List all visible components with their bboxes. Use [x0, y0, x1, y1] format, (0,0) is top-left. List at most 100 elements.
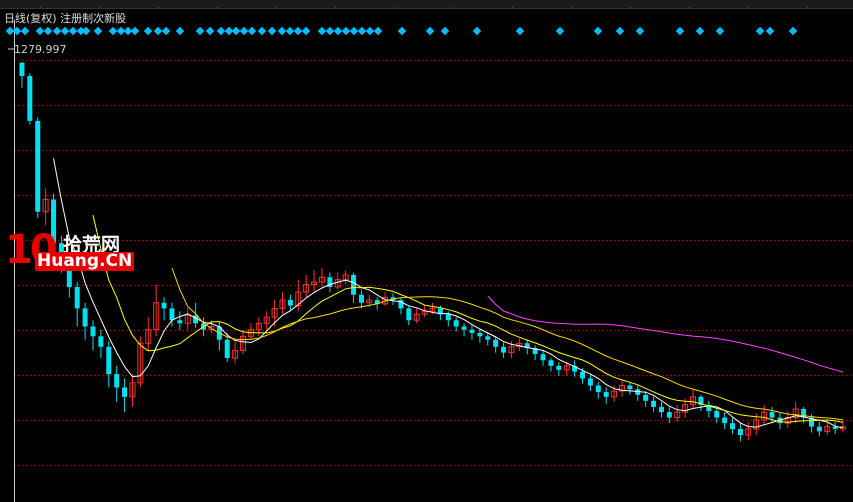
candle-body-down [406, 308, 412, 321]
candle-body-down [114, 374, 120, 388]
signal-marker [397, 26, 407, 36]
signal-marker [81, 26, 91, 36]
signal-marker [675, 26, 685, 36]
signal-marker [285, 26, 295, 36]
candle-body-down [469, 329, 475, 333]
candle-body-down [587, 378, 593, 386]
signal-marker [593, 26, 603, 36]
signal-marker [357, 26, 367, 36]
candle-body-down [161, 302, 167, 309]
signal-marker [93, 26, 103, 36]
candle-body-down [477, 332, 483, 337]
candle-body-down [737, 428, 743, 435]
signal-marker [373, 26, 383, 36]
signal-marker [239, 26, 249, 36]
candle-body-down [556, 365, 562, 370]
candle-body-down [82, 308, 88, 327]
candle-body-down [730, 423, 736, 429]
candle-body-down [540, 354, 546, 361]
candle-body-down [501, 346, 507, 353]
signal-marker [153, 26, 163, 36]
signal-marker [765, 26, 775, 36]
candle-body-down [19, 62, 25, 77]
signal-marker [130, 26, 140, 36]
candle-body-down [122, 387, 128, 397]
candle-body-down [548, 360, 554, 366]
signal-marker [205, 26, 215, 36]
signal-marker [247, 26, 257, 36]
signal-marker [52, 26, 62, 36]
candle-body-down [351, 274, 357, 295]
kline-chart-area[interactable]: 日线(复权) 注册制次新股 1279.997 10 拾荒网 Huang.CN [0, 0, 853, 502]
candle-body-down [658, 406, 664, 413]
signal-marker [755, 26, 765, 36]
ma10-line [92, 214, 844, 423]
signal-marker [325, 26, 335, 36]
high-price-label: 1279.997 [14, 43, 67, 56]
candle-body-down [106, 346, 112, 375]
candle-body-down [722, 417, 728, 424]
candle-body-down [90, 326, 96, 337]
signal-marker [277, 26, 287, 36]
candle-body-down [224, 339, 230, 358]
candle-body-down [603, 392, 609, 397]
signal-marker [20, 26, 30, 36]
candle-body-down [493, 339, 499, 347]
ma20-line [171, 267, 844, 421]
candle-body-down [627, 385, 633, 390]
signal-marker [365, 26, 375, 36]
signal-marker [333, 26, 343, 36]
candle-body-down [461, 326, 467, 330]
candle-body-down [485, 336, 491, 340]
signal-marker [349, 26, 359, 36]
candle-body-down [35, 120, 41, 212]
candle-body-down [445, 314, 451, 321]
candle-body-down [595, 385, 601, 393]
signal-marker [472, 26, 482, 36]
signal-marker [615, 26, 625, 36]
signal-marker [788, 26, 798, 36]
ma5-line [53, 158, 844, 429]
signal-marker [143, 26, 153, 36]
signal-marker [425, 26, 435, 36]
candle-body-down [651, 400, 657, 407]
candle-body-down [769, 412, 775, 418]
candle-body-down [453, 320, 459, 327]
signal-marker [515, 26, 525, 36]
signal-marker [635, 26, 645, 36]
candle-body-down [27, 76, 33, 121]
candle-body-down [714, 411, 720, 418]
signal-marker [35, 26, 45, 36]
signal-marker [60, 26, 70, 36]
candle-body-down [177, 320, 183, 324]
candle-body-down [666, 412, 672, 418]
signal-marker [341, 26, 351, 36]
signal-marker [293, 26, 303, 36]
candle-body-down [169, 308, 175, 321]
signal-marker [695, 26, 705, 36]
candle-body-down [643, 394, 649, 401]
candle-body-down [98, 336, 104, 347]
candle-body-down [74, 287, 80, 309]
signal-marker [440, 26, 450, 36]
signal-marker [161, 26, 171, 36]
signal-marker [257, 26, 267, 36]
candle-body-down [580, 371, 586, 379]
signal-marker [301, 26, 311, 36]
signal-marker [43, 26, 53, 36]
signal-marker [317, 26, 327, 36]
signal-marker [267, 26, 277, 36]
signal-marker [108, 26, 118, 36]
candle-body-down [287, 300, 293, 306]
signal-marker [175, 26, 185, 36]
signal-marker [195, 26, 205, 36]
watermark-domain: Huang.CN [35, 251, 135, 271]
signal-marker [216, 26, 226, 36]
signal-marker [555, 26, 565, 36]
signal-marker [231, 26, 241, 36]
watermark-logo: 10 拾荒网 Huang.CN [5, 230, 140, 275]
signal-marker [715, 26, 725, 36]
candle-body-down [358, 294, 364, 303]
signal-marker [68, 26, 78, 36]
ma60-line [487, 295, 844, 373]
